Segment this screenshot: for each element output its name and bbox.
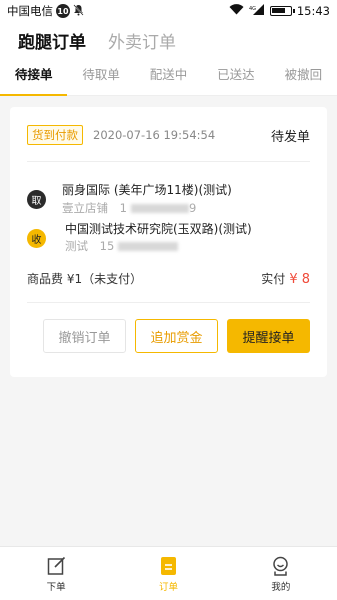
order-time: 2020-07-16 19:54:54 [93, 128, 216, 142]
pickup-contact: 壹立店铺 [62, 201, 108, 215]
divider [27, 161, 310, 162]
tab-delivered[interactable]: 已送达 [202, 58, 269, 96]
order-type-tabs: 跑腿订单 外卖订单 [0, 22, 337, 58]
pickup-badge: 取 [27, 190, 46, 209]
network-type-label: 4G [249, 6, 256, 12]
receiver-phone-prefix: 15 [99, 239, 115, 253]
pickup-phone-suffix: 9 [188, 201, 197, 215]
battery-icon [269, 6, 295, 16]
paid-label: 实付 [261, 272, 286, 286]
clock: 15:43 [296, 4, 330, 18]
notification-count-badge: 10 [56, 4, 70, 18]
receiver-contact: 测试 [65, 239, 88, 253]
mute-bell-icon [73, 3, 84, 19]
add-bonus-button[interactable]: 追加赏金 [135, 319, 218, 353]
tab-takeout-orders[interactable]: 外卖订单 [108, 28, 176, 53]
nav-orders[interactable]: 订单 [112, 547, 224, 600]
fee-row: 商品费 ¥1（未支付） 实付 ¥ 8 [27, 270, 310, 287]
cancel-order-button[interactable]: 撤销订单 [43, 319, 126, 353]
nav-orders-label: 订单 [158, 582, 178, 593]
nav-profile[interactable]: 我的 [225, 547, 337, 600]
edit-icon [47, 556, 66, 576]
order-card[interactable]: 货到付款 2020-07-16 19:54:54 待发单 取 丽身国际 (美年广… [10, 107, 327, 377]
receiver-phone-redacted [118, 242, 179, 251]
signal-icon: 4G [249, 4, 265, 18]
pickup-phone-redacted [130, 204, 189, 213]
payment-method-tag: 货到付款 [27, 125, 83, 145]
goods-fee: 商品费 ¥1（未支付） [27, 272, 143, 286]
bottom-nav: 下单 订单 我的 [0, 546, 337, 600]
status-bar: 中国电信 10 4G 15:43 [0, 0, 337, 22]
profile-icon [271, 556, 290, 576]
carrier-name: 中国电信 [7, 4, 53, 18]
tab-withdrawn[interactable]: 被撤回 [270, 58, 337, 96]
order-status-tabs: 待接单 待取单 配送中 已送达 被撤回 [0, 58, 337, 96]
receiver-address: 收 中国测试技术研究院(玉双路)(测试) 测试 15 [27, 217, 310, 257]
order-status: 待发单 [270, 129, 310, 145]
pickup-contact-line: 壹立店铺 1 9 [62, 200, 196, 216]
pickup-name: 丽身国际 (美年广场11楼)(测试) [62, 183, 232, 197]
pickup-address: 取 丽身国际 (美年广场11楼)(测试) 壹立店铺 1 9 [27, 179, 310, 219]
paid-total: 实付 ¥ 8 [261, 270, 310, 287]
order-actions: 撤销订单 追加赏金 提醒接单 [43, 319, 310, 353]
nav-place-order[interactable]: 下单 [0, 547, 112, 600]
tab-errand-orders[interactable]: 跑腿订单 [18, 28, 86, 53]
wifi-icon [229, 4, 244, 18]
tab-in-delivery[interactable]: 配送中 [135, 58, 202, 96]
tab-awaiting-acceptance[interactable]: 待接单 [0, 58, 68, 96]
receiver-badge: 收 [27, 229, 46, 248]
order-icon [159, 556, 178, 576]
paid-amount: ¥ 8 [289, 272, 310, 287]
nav-profile-label: 我的 [271, 582, 291, 593]
tab-awaiting-pickup[interactable]: 待取单 [67, 58, 134, 96]
divider [27, 302, 310, 303]
receiver-name: 中国测试技术研究院(玉双路)(测试) [65, 222, 252, 236]
nav-place-order-label: 下单 [46, 582, 66, 593]
pickup-phone-prefix: 1 [119, 201, 127, 215]
receiver-contact-line: 测试 15 [65, 238, 179, 254]
battery-level [271, 8, 285, 13]
remind-accept-button[interactable]: 提醒接单 [227, 319, 310, 353]
